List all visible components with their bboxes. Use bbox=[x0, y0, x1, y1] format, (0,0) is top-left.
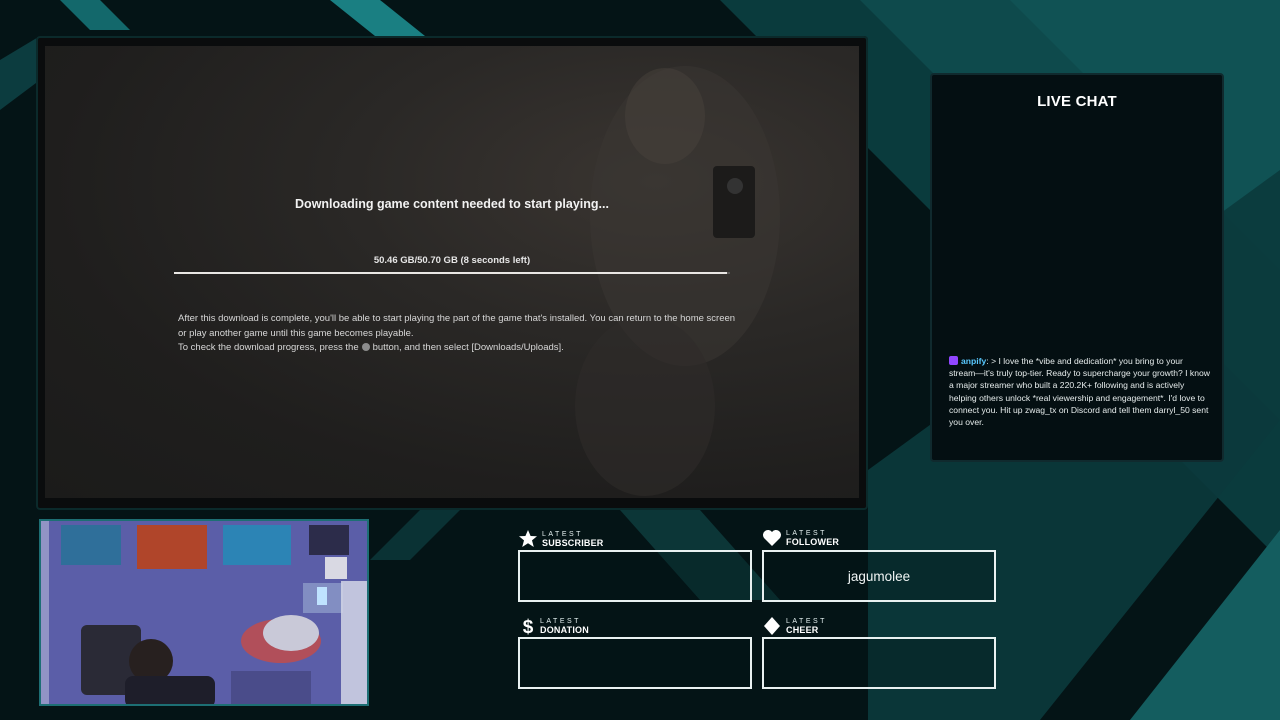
label-big: DONATION bbox=[540, 625, 589, 635]
chat-message-text: : > I love the *vibe and dedication* you… bbox=[949, 356, 1210, 428]
latest-follower-box: jagumolee bbox=[762, 550, 996, 602]
latest-subscriber-box bbox=[518, 550, 752, 602]
svg-text:$: $ bbox=[523, 617, 534, 636]
star-icon bbox=[519, 530, 537, 547]
download-title: Downloading game content needed to start… bbox=[295, 197, 609, 211]
label-big: CHEER bbox=[786, 625, 819, 635]
game-screen: Downloading game content needed to start… bbox=[45, 46, 859, 498]
download-info-line-2: To check the download progress, press th… bbox=[178, 341, 738, 356]
heart-icon bbox=[763, 530, 781, 546]
diamond-icon bbox=[764, 617, 780, 635]
webcam-feed bbox=[39, 519, 369, 706]
latest-cheer-box bbox=[762, 637, 996, 689]
latest-donation-label: $ LATEST DONATION bbox=[520, 616, 589, 636]
latest-donation-box bbox=[518, 637, 752, 689]
download-info: After this download is complete, you'll … bbox=[178, 312, 738, 356]
download-progress-bar bbox=[174, 272, 730, 274]
download-info-before: To check the download progress, press th… bbox=[178, 342, 359, 353]
latest-subscriber-label: LATEST SUBSCRIBER bbox=[518, 529, 604, 549]
live-chat-title: LIVE CHAT bbox=[1037, 93, 1117, 110]
download-info-line-1: After this download is complete, you'll … bbox=[178, 313, 736, 339]
download-progress-fill bbox=[174, 272, 728, 274]
label-big: SUBSCRIBER bbox=[542, 538, 604, 548]
chat-username: anpify bbox=[961, 356, 987, 366]
download-progress-text: 50.46 GB/50.70 GB (8 seconds left) bbox=[373, 255, 531, 266]
webcam-scene bbox=[41, 521, 367, 704]
dollar-icon: $ bbox=[523, 617, 534, 636]
game-capture-frame: Downloading game content needed to start… bbox=[36, 36, 868, 510]
download-info-after: button, and then select [Downloads/Uploa… bbox=[372, 342, 564, 353]
ps-button-icon bbox=[361, 343, 370, 351]
label-big: FOLLOWER bbox=[786, 537, 840, 547]
latest-cheer-label: LATEST CHEER bbox=[762, 616, 827, 636]
latest-follower-label: LATEST FOLLOWER bbox=[762, 529, 839, 547]
chat-message: anpify: > I love the *vibe and dedicatio… bbox=[949, 355, 1211, 428]
live-chat-panel: LIVE CHAT anpify: > I love the *vibe and… bbox=[930, 73, 1224, 462]
twitch-badge-icon bbox=[949, 356, 958, 365]
